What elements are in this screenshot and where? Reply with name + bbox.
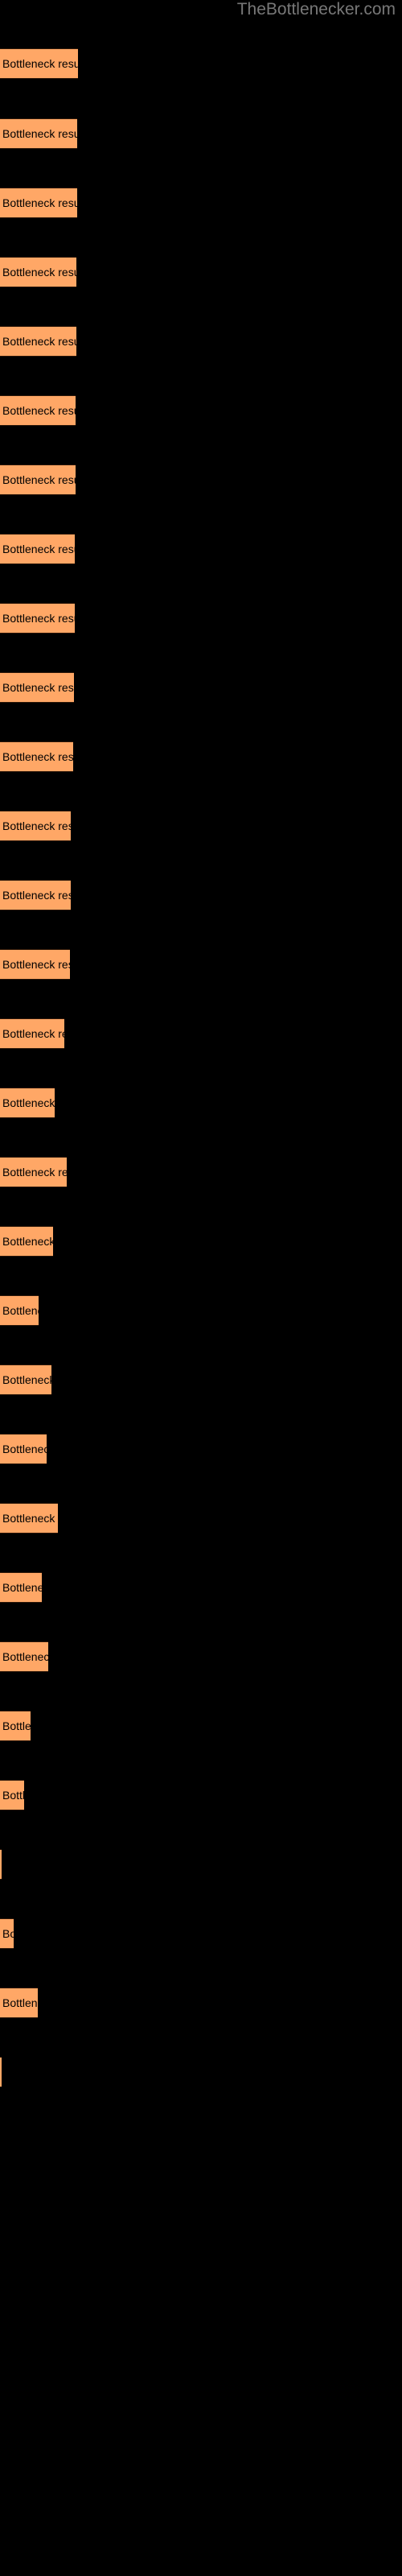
bar-chart: Bottleneck result Bottleneck result Bottle… <box>0 0 402 2576</box>
bar[interactable]: Bottleneck result <box>0 48 78 79</box>
bar[interactable]: Bottleneck result <box>0 1364 51 1395</box>
bar[interactable]: Bottleneck result <box>0 1780 24 1810</box>
bar[interactable]: Bottleneck result <box>0 1157 67 1187</box>
bar-label: Bottleneck result <box>2 1581 42 1594</box>
bar[interactable]: Bottleneck result <box>0 395 76 426</box>
bar[interactable]: Bottleneck result <box>0 811 71 841</box>
bar-label: Bottleneck result <box>2 1996 38 2009</box>
bar-label: Bottleneck result <box>2 57 78 70</box>
bar[interactable]: Bottleneck result <box>0 326 76 357</box>
bar[interactable]: Bottleneck result <box>0 949 70 980</box>
bar[interactable]: Bottleneck result <box>0 118 77 149</box>
bar[interactable]: Bottleneck result <box>0 1018 64 1049</box>
bar-label: Bottleneck result <box>2 1304 39 1317</box>
bar[interactable]: Bottleneck result <box>0 1641 48 1672</box>
bar-label: Bottleneck result <box>2 1927 14 1940</box>
bar-label: Bottleneck result <box>2 1719 31 1732</box>
bar[interactable]: Bottleneck result <box>0 464 76 495</box>
bar-label: Bottleneck result <box>2 404 76 417</box>
bar-label: Bottleneck result <box>2 819 71 832</box>
bar-label: Bottleneck result <box>2 473 76 486</box>
bar[interactable]: Bottleneck result <box>0 1503 58 1534</box>
bar-label: Bottleneck result <box>2 543 75 555</box>
bar-label: Bottleneck result <box>2 1512 58 1525</box>
bar[interactable]: Bottleneck result <box>0 672 74 703</box>
bar-label: Bottleneck result <box>2 127 77 140</box>
bar-label: Bottleneck result <box>2 958 70 971</box>
bar-label: Bottleneck result <box>2 612 75 625</box>
bar[interactable]: Bottleneck result <box>0 603 75 634</box>
bar-label: Bottleneck result <box>2 1166 67 1179</box>
bar[interactable]: Bottleneck result <box>0 741 73 772</box>
bar[interactable]: Bottleneck result <box>0 880 71 910</box>
bar[interactable]: Bottleneck result <box>0 1918 14 1949</box>
bar[interactable]: Bottleneck result <box>0 1711 31 1741</box>
bar[interactable]: Bottleneck result <box>0 188 77 218</box>
bar-label: Bottleneck result <box>2 266 76 279</box>
bar[interactable]: Bottleneck result <box>0 1849 2 1880</box>
bar-label: Bottleneck result <box>2 335 76 348</box>
bar[interactable]: Bottleneck result <box>0 1226 53 1257</box>
bar-label: Bottleneck result <box>2 1650 48 1663</box>
bar[interactable]: Bottleneck result <box>0 257 76 287</box>
bar-label: Bottleneck result <box>2 1373 51 1386</box>
bar-label: Bottleneck result <box>2 1027 64 1040</box>
bar-label: Bottleneck result <box>2 1096 55 1109</box>
bar[interactable]: Bottleneck result <box>0 1088 55 1118</box>
bar[interactable]: Bottleneck result <box>0 1572 42 1603</box>
bar-label: Bottleneck result <box>2 196 77 209</box>
bar[interactable]: Bottleneck result <box>0 2057 2 2087</box>
bar-label: Bottleneck result <box>2 1443 47 1455</box>
bar[interactable]: Bottleneck result <box>0 534 75 564</box>
bar[interactable]: Bottleneck result <box>0 1295 39 1326</box>
bar[interactable]: Bottleneck result <box>0 1988 38 2018</box>
bar-label: Bottleneck result <box>2 681 74 694</box>
bar-label: Bottleneck result <box>2 1235 53 1248</box>
bar-label: Bottleneck result <box>2 889 71 902</box>
bar[interactable]: Bottleneck result <box>0 1434 47 1464</box>
bar-label: Bottleneck result <box>2 750 73 763</box>
bar-label: Bottleneck result <box>2 1789 24 1802</box>
